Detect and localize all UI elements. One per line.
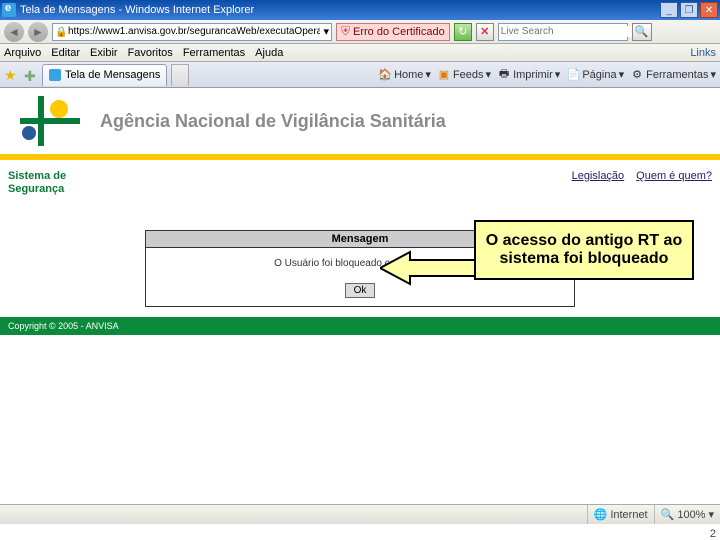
add-favorite-icon[interactable]: ✚ [24,68,38,82]
minimize-button[interactable]: _ [660,2,678,18]
tab-active[interactable]: Tela de Mensagens [42,64,167,86]
url-input[interactable] [68,26,320,37]
window-titlebar: Tela de Mensagens - Windows Internet Exp… [0,0,720,20]
status-bar: 🌐Internet 🔍100%▾ [0,504,720,524]
annotation-arrow-icon [380,250,480,286]
status-zone: 🌐Internet [587,505,654,524]
tab-favicon-icon [49,69,61,81]
link-quem[interactable]: Quem é quem? [636,170,712,182]
print-icon: 🖶 [497,68,511,82]
menu-links[interactable]: Links [690,47,716,59]
chevron-down-icon: ▾ [425,68,431,81]
anvisa-logo [20,96,80,146]
zoom-icon: 🔍 [661,508,675,521]
forward-button[interactable]: ► [28,22,48,42]
refresh-button[interactable]: ↻ [454,23,472,41]
tab-label: Tela de Mensagens [65,69,160,81]
menu-favoritos[interactable]: Favoritos [128,47,173,59]
ie-icon [2,3,16,17]
stop-button[interactable]: ✕ [476,23,494,41]
page-icon: 📄 [566,68,580,82]
home-icon: 🏠 [378,68,392,82]
cert-label: Erro do Certificado [353,26,445,38]
menu-arquivo[interactable]: Arquivo [4,47,41,59]
page-number: 2 [710,528,716,540]
sub-header: Sistema deSegurança Legislação Quem é qu… [0,166,720,200]
address-bar: ◄ ► 🔒 ▾ ⛨ Erro do Certificado ↻ ✕ 🔍 [0,20,720,44]
search-box[interactable] [498,23,628,41]
chevron-down-icon: ▾ [619,68,625,81]
maximize-button[interactable]: ❐ [680,2,698,18]
menu-ferramentas[interactable]: Ferramentas [183,47,245,59]
lock-icon: 🔒 [55,27,65,37]
yellow-divider [0,154,720,160]
page-content: Agência Nacional de Vigilância Sanitária… [0,88,720,488]
dropdown-icon[interactable]: ▾ [323,25,329,38]
search-button[interactable]: 🔍 [632,23,652,41]
favorites-icon[interactable]: ★ [4,67,20,83]
annotation-callout: O acesso do antigo RT ao sistema foi blo… [474,220,694,280]
toolbar-page[interactable]: 📄Página▾ [566,68,624,82]
menu-editar[interactable]: Editar [51,47,80,59]
certificate-error[interactable]: ⛨ Erro do Certificado [336,23,450,41]
status-zoom[interactable]: 🔍100%▾ [654,505,720,524]
agency-name: Agência Nacional de Vigilância Sanitária [100,111,446,132]
chevron-down-icon: ▾ [486,68,492,81]
search-input[interactable] [501,26,633,37]
site-header: Agência Nacional de Vigilância Sanitária [0,88,720,154]
chevron-down-icon: ▾ [710,68,716,81]
url-box[interactable]: 🔒 ▾ [52,23,332,41]
shield-icon: ⛨ [341,24,350,39]
toolbar-print[interactable]: 🖶Imprimir▾ [497,68,560,82]
toolbar-home[interactable]: 🏠Home▾ [378,68,431,82]
ok-button[interactable]: Ok [345,283,376,298]
system-title: Sistema deSegurança [8,170,66,196]
close-button[interactable]: ✕ [700,2,718,18]
toolbar-tools[interactable]: ⚙Ferramentas▾ [630,68,716,82]
back-button[interactable]: ◄ [4,22,24,42]
new-tab-button[interactable] [171,64,189,86]
link-legislacao[interactable]: Legislação [572,170,625,182]
chevron-down-icon: ▾ [708,508,714,521]
gear-icon: ⚙ [630,68,644,82]
site-footer: Copyright © 2005 - ANVISA [0,317,720,335]
window-title: Tela de Mensagens - Windows Internet Exp… [20,4,660,16]
menu-ajuda[interactable]: Ajuda [255,47,283,59]
toolbar-feeds[interactable]: ▣Feeds▾ [437,68,491,82]
menu-exibir[interactable]: Exibir [90,47,118,59]
chevron-down-icon: ▾ [555,68,561,81]
feeds-icon: ▣ [437,68,451,82]
globe-icon: 🌐 [594,508,608,521]
menu-bar: Arquivo Editar Exibir Favoritos Ferramen… [0,44,720,62]
tab-bar: ★ ✚ Tela de Mensagens 🏠Home▾ ▣Feeds▾ 🖶Im… [0,62,720,88]
